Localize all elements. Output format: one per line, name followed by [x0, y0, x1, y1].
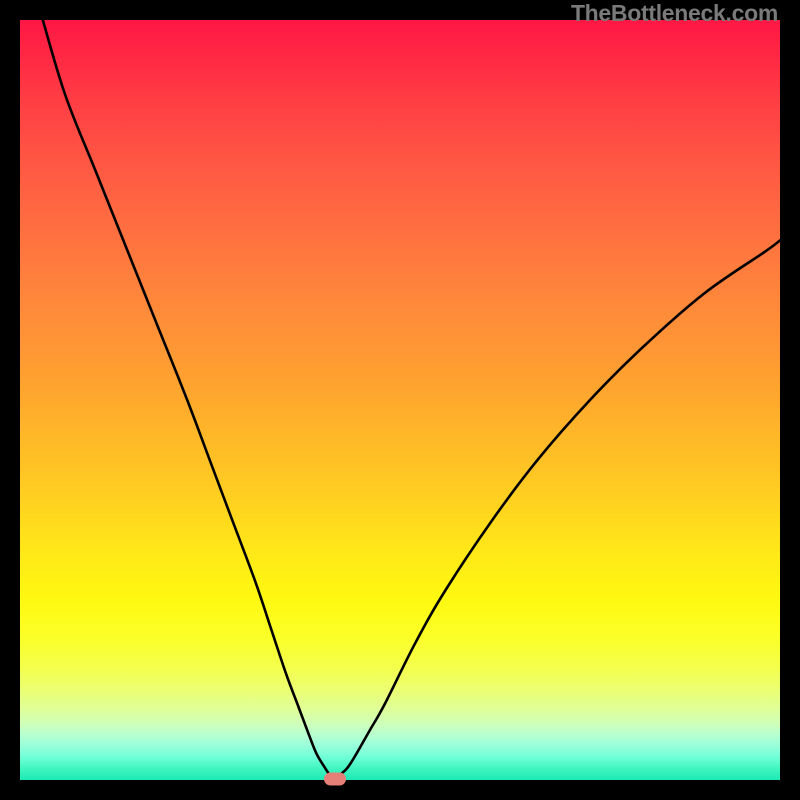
optimal-point-marker [324, 773, 346, 786]
curve-layer [20, 20, 780, 780]
chart-container: TheBottleneck.com [0, 0, 800, 800]
watermark-text: TheBottleneck.com [571, 0, 778, 27]
bottleneck-curve [43, 20, 780, 779]
